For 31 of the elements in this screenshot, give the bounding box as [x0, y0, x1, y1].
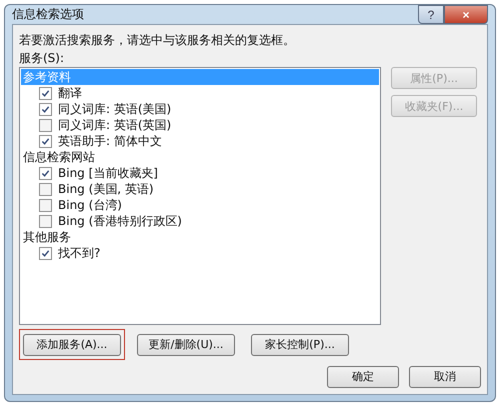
category-item[interactable]: 其他服务: [21, 229, 379, 245]
help-button[interactable]: ?: [418, 5, 444, 24]
checkbox[interactable]: [39, 246, 52, 260]
service-item: 同义词库: 英语(美国): [58, 100, 172, 118]
category-item[interactable]: 信息检索网站: [21, 149, 379, 165]
checkbox[interactable]: [39, 182, 52, 196]
service-item: Bing (香港特别行政区): [58, 212, 182, 230]
checkbox[interactable]: [39, 214, 52, 228]
service-item: 同义词库: 英语(英国): [58, 116, 172, 134]
service-item: 英语助手: 简体中文: [58, 132, 162, 150]
action-button[interactable]: 家长控制(P)...: [251, 334, 349, 356]
instruction-text: 若要激活搜索服务，请选中与该服务相关的复选框。: [19, 32, 296, 49]
checkbox[interactable]: [39, 166, 52, 180]
service-item: Bing (美国, 英语): [58, 180, 154, 198]
checkbox[interactable]: [39, 118, 52, 132]
checkbox[interactable]: [39, 134, 52, 148]
service-item: Bing (台湾): [58, 196, 122, 214]
checkbox[interactable]: [39, 102, 52, 116]
window-title: 信息检索选项: [12, 6, 84, 23]
checkbox[interactable]: [39, 198, 52, 212]
checkbox[interactable]: [39, 86, 52, 100]
dialog-button[interactable]: 取消: [409, 366, 481, 388]
service-item: 翻译: [58, 84, 82, 102]
action-button[interactable]: 添加服务(A)...: [23, 334, 121, 356]
services-list[interactable]: 参考资料 翻译 同义词库: 英语(美国) 同义词库: 英语(英国) 英语助手: 简体中文 信息检索网站 Bing [当前收藏夹] Bing (美国, 英语) Bing (台湾) Bing (香港特别行政区) 其他服务 找不到?: [19, 67, 381, 325]
close-button[interactable]: ×: [444, 5, 488, 24]
service-item: Bing [当前收藏夹]: [58, 164, 158, 182]
dialog-button[interactable]: 确定: [327, 366, 399, 388]
services-label: 服务(S):: [19, 50, 66, 67]
service-item: 找不到?: [58, 244, 100, 262]
action-button[interactable]: 更新/删除(U)...: [137, 334, 235, 356]
